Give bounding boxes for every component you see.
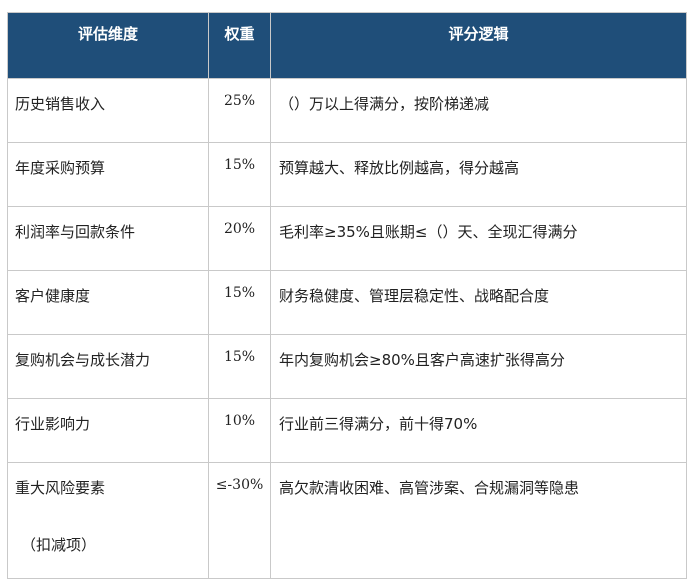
dimension-cell: 年度采购预算 <box>7 142 209 207</box>
table-row: 行业影响力 10% 行业前三得满分，前十得70% <box>7 398 687 463</box>
dimension-cell: 利润率与回款条件 <box>7 206 209 271</box>
logic-cell: （）万以上得满分，按阶梯递减 <box>270 78 687 143</box>
weight-cell: 20% <box>208 206 271 271</box>
logic-cell: 财务稳健度、管理层稳定性、战略配合度 <box>270 270 687 335</box>
weight-cell: 25% <box>208 78 271 143</box>
table-row: 利润率与回款条件 20% 毛利率≥35%且账期≤（）天、全现汇得满分 <box>7 206 687 271</box>
dimension-cell: 客户健康度 <box>7 270 209 335</box>
logic-cell: 高欠款清收困难、高管涉案、合规漏洞等隐患 <box>270 462 687 579</box>
header-row: 评估维度 权重 评分逻辑 <box>7 12 687 79</box>
header-dimension: 评估维度 <box>7 12 209 79</box>
weight-cell: 15% <box>208 334 271 399</box>
table-body: 历史销售收入 25% （）万以上得满分，按阶梯递减 年度采购预算 15% 预算越… <box>7 78 687 579</box>
weight-cell: 15% <box>208 270 271 335</box>
logic-cell: 预算越大、释放比例越高，得分越高 <box>270 142 687 207</box>
weight-cell: 10% <box>208 398 271 463</box>
table-row: 复购机会与成长潜力 15% 年内复购机会≥80%且客户高速扩张得高分 <box>7 334 687 399</box>
dimension-note: （扣减项） <box>21 536 97 554</box>
dimension-label: 重大风险要素 <box>15 479 106 497</box>
table-header: 评估维度 权重 评分逻辑 <box>7 12 687 79</box>
dimension-cell: 复购机会与成长潜力 <box>7 334 209 399</box>
logic-cell: 年内复购机会≥80%且客户高速扩张得高分 <box>270 334 687 399</box>
table-row: 历史销售收入 25% （）万以上得满分，按阶梯递减 <box>7 78 687 143</box>
dimension-cell: 历史销售收入 <box>7 78 209 143</box>
header-weight: 权重 <box>208 12 271 79</box>
logic-cell: 行业前三得满分，前十得70% <box>270 398 687 463</box>
table-row: 年度采购预算 15% 预算越大、释放比例越高，得分越高 <box>7 142 687 207</box>
weight-cell: 15% <box>208 142 271 207</box>
dimension-cell: 行业影响力 <box>7 398 209 463</box>
header-logic: 评分逻辑 <box>270 12 687 79</box>
logic-cell: 毛利率≥35%且账期≤（）天、全现汇得满分 <box>270 206 687 271</box>
table-row: 客户健康度 15% 财务稳健度、管理层稳定性、战略配合度 <box>7 270 687 335</box>
table-row: 重大风险要素 （扣减项） ≤-30% 高欠款清收困难、高管涉案、合规漏洞等隐患 <box>7 462 687 579</box>
weight-cell: ≤-30% <box>208 462 271 579</box>
evaluation-table: 评估维度 权重 评分逻辑 历史销售收入 25% （）万以上得满分，按阶梯递减 年… <box>7 12 687 579</box>
dimension-cell: 重大风险要素 （扣减项） <box>7 462 209 579</box>
